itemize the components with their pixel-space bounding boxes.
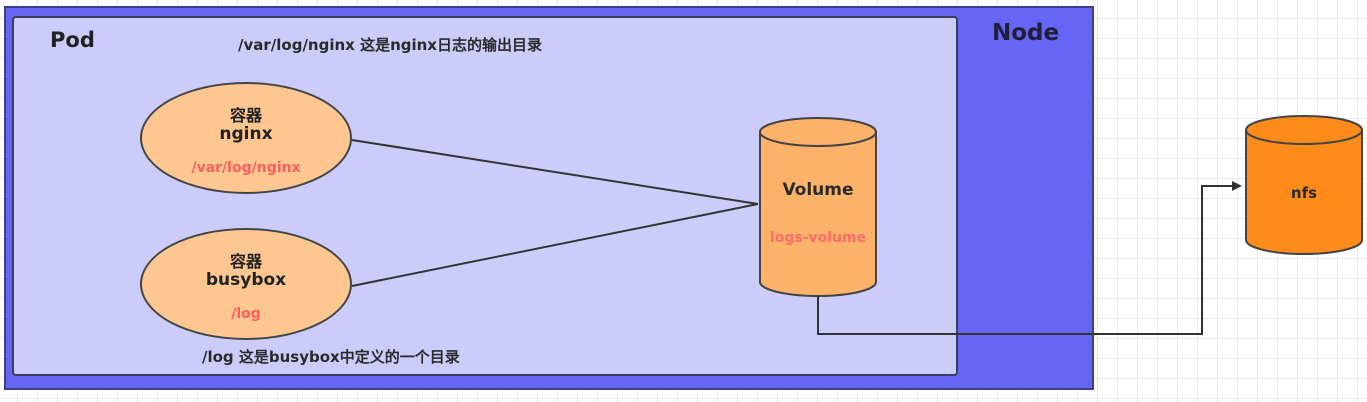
volume-to-nfs-connector [817,181,1242,335]
container-nginx: 容器 nginx /var/log/nginx [140,82,352,194]
volume-name: logs-volume [769,230,867,246]
container-path: /log [231,306,261,322]
container-kind-label: 容器 [229,252,262,271]
volume-title: Volume [782,180,854,200]
busybox-to-volume-line [351,203,759,287]
volume-cylinder [759,117,877,297]
container-name: busybox [205,270,287,290]
container-path: /var/log/nginx [191,160,301,176]
nginx-to-volume-line [351,139,759,205]
container-name: nginx [219,124,273,144]
container-kind-label: 容器 [229,106,262,125]
nfs-label: nfs [1290,184,1318,202]
diagram-shapes [351,115,1363,335]
container-busybox: 容器 busybox /log [140,228,352,340]
